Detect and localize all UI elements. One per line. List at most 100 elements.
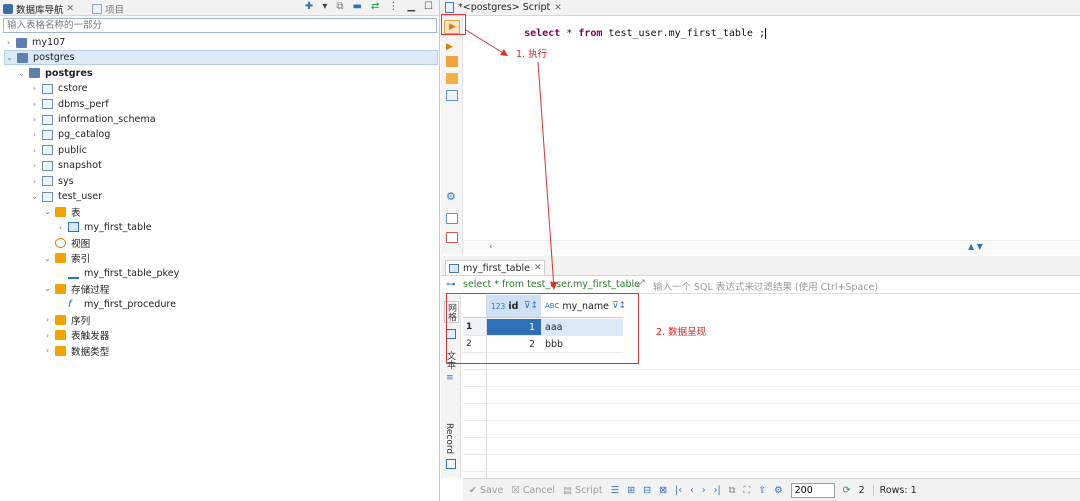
tree-node-label: 视图 <box>71 238 91 250</box>
chevron-down-icon[interactable]: ⌄ <box>43 284 52 293</box>
tree-node[interactable]: ⌄ 索引 <box>43 251 90 266</box>
chevron-right-icon[interactable]: › <box>43 346 52 355</box>
chevron-right-icon[interactable]: › <box>43 331 52 340</box>
close-icon[interactable]: ✕ <box>67 4 75 14</box>
maximize-icon[interactable]: ☐ <box>424 1 433 12</box>
execute-script-new-tab-icon[interactable] <box>446 73 458 84</box>
tree-node[interactable]: › pg_catalog <box>30 127 111 142</box>
export-icon[interactable] <box>446 213 458 224</box>
folder-icon <box>55 330 66 341</box>
next-page-icon[interactable]: › <box>702 485 706 496</box>
filter-input-placeholder[interactable]: 输入一个 SQL 表达式来过滤结果 (使用 Ctrl+Space) <box>653 279 878 293</box>
edit-row-icon[interactable]: ☰ <box>611 485 620 496</box>
results-filter-bar[interactable]: ⊶ select * from test_user.my_first_table… <box>441 277 1080 294</box>
script-button[interactable]: ▤ Script <box>563 485 603 496</box>
tab-projects[interactable]: 项目 <box>92 2 124 16</box>
chevron-down-icon[interactable]: ⌄ <box>43 207 52 216</box>
editor-horizontal-scrollbar[interactable]: ‹ ▲ ▼ <box>463 240 1080 254</box>
delete-row-icon[interactable]: ⊠ <box>659 485 667 496</box>
tree-node[interactable]: f my_first_procedure <box>56 297 176 312</box>
tree-node[interactable]: › 序列 <box>43 312 90 327</box>
tree-node-label: public <box>58 144 87 156</box>
chevron-right-icon[interactable]: › <box>30 177 39 186</box>
chevron-right-icon[interactable]: › <box>30 161 39 170</box>
tree-node[interactable]: › 数据类型 <box>43 343 109 358</box>
chevron-right-icon[interactable]: › <box>56 223 65 232</box>
tree-node[interactable]: ⌄ postgres <box>4 50 438 66</box>
chevron-down-icon[interactable]: ⌄ <box>5 53 14 62</box>
cancel-button[interactable]: ☒ Cancel <box>511 485 555 496</box>
explain-plan-icon[interactable] <box>446 90 458 101</box>
tab-script[interactable]: *<postgres> Script ✕ <box>445 2 562 13</box>
tree-node[interactable]: › sys <box>30 174 74 189</box>
table-name-search-input[interactable] <box>3 18 437 33</box>
tree-node-label: pg_catalog <box>58 129 111 141</box>
previous-page-icon[interactable]: ‹ <box>690 485 694 496</box>
tree-node[interactable]: ⌄ 存储过程 <box>43 281 109 296</box>
tree-node[interactable]: › my107 <box>4 35 65 50</box>
close-icon[interactable]: ✕ <box>554 3 562 13</box>
tab-database-navigator[interactable]: 数据库导航 ✕ <box>3 2 74 16</box>
panels-icon[interactable]: ⧉ <box>729 485 736 496</box>
filter-icon[interactable]: ⧉ <box>336 1 343 12</box>
tree-node[interactable]: › dbms_perf <box>30 97 109 112</box>
close-icon[interactable]: ✕ <box>534 263 542 273</box>
chevron-right-icon[interactable]: › <box>4 38 13 47</box>
tree-node[interactable]: › cstore <box>30 81 88 96</box>
settings-gear-icon[interactable]: ⚙ <box>774 485 783 496</box>
load-file-icon[interactable] <box>446 232 458 243</box>
chevron-down-icon[interactable]: ⌄ <box>30 192 39 201</box>
tree-node[interactable]: › snapshot <box>30 158 102 173</box>
fullscreen-icon[interactable]: ⛶ <box>743 485 750 496</box>
view-menu-icon[interactable]: ⋮ <box>388 1 398 12</box>
expand-filter-icon[interactable]: ⤢ <box>637 278 645 289</box>
last-page-icon[interactable]: ›| <box>714 485 721 496</box>
chevron-down-icon[interactable]: ⌄ <box>17 69 26 78</box>
tree-node-label: 索引 <box>71 254 91 266</box>
chevron-right-icon[interactable]: › <box>30 115 39 124</box>
tab-results[interactable]: my_first_table ✕ <box>445 260 545 275</box>
tree-node[interactable]: ⌄ test_user <box>30 189 102 204</box>
chevron-right-icon[interactable]: › <box>30 100 39 109</box>
tree-node[interactable]: › information_schema <box>30 112 156 127</box>
link-editor-icon[interactable]: ⇄ <box>371 1 379 12</box>
chevron-right-icon[interactable]: › <box>43 315 52 324</box>
save-button[interactable]: ✔ Save <box>469 485 503 496</box>
chevron-right-icon[interactable]: › <box>30 84 39 93</box>
tree-node[interactable]: 视图 <box>43 235 90 250</box>
chevron-right-icon[interactable]: › <box>30 130 39 139</box>
add-row-icon[interactable]: ⊞ <box>627 485 635 496</box>
refresh-icon[interactable]: ⟳ <box>843 485 851 496</box>
text-cursor <box>764 28 766 39</box>
first-page-icon[interactable]: |‹ <box>675 485 682 496</box>
tree-node[interactable]: ⌄ postgres <box>17 66 92 81</box>
tree-node-label: 表 <box>71 207 81 219</box>
copy-row-icon[interactable]: ⊟ <box>643 485 651 496</box>
tree-node[interactable]: › my_first_table <box>56 220 152 235</box>
dropdown-icon[interactable]: ▾ <box>322 1 327 12</box>
export-data-icon[interactable]: ⇪ <box>758 485 766 496</box>
fetch-size-input[interactable] <box>790 482 835 498</box>
tab-label: 数据库导航 <box>16 5 64 16</box>
tree-node[interactable]: ⌄ 表 <box>43 204 81 219</box>
execute-script-icon[interactable] <box>446 56 458 67</box>
execute-in-new-tab-icon[interactable]: ▶ <box>446 41 458 52</box>
panel-toggle-icon[interactable]: ▲ ▼ <box>968 242 983 251</box>
script-label: Script <box>575 484 603 496</box>
folder-icon <box>55 345 66 356</box>
tree-node[interactable]: › 表触发器 <box>43 328 109 343</box>
navigator-toolbar: ✚ ▾ ⧉ ▬ ⇄ ⋮ ▁ ☐ <box>305 1 433 12</box>
tab-record[interactable]: Record <box>444 423 454 454</box>
new-connection-icon[interactable]: ✚ <box>305 1 313 12</box>
settings-gear-icon[interactable]: ⚙ <box>446 191 458 202</box>
scroll-left-icon[interactable]: ‹ <box>489 242 493 252</box>
tree-node[interactable]: › public <box>30 143 87 158</box>
tree-node[interactable]: my_first_table_pkey <box>56 266 179 281</box>
folder-icon <box>55 253 66 264</box>
chevron-down-icon[interactable]: ⌄ <box>43 254 52 263</box>
filter-current-query[interactable]: select * from test_user.my_first_table <box>463 279 640 290</box>
annotation-box-results <box>446 293 639 364</box>
chevron-right-icon[interactable]: › <box>30 146 39 155</box>
minimize-icon[interactable]: ▁ <box>407 1 415 12</box>
collapse-all-icon[interactable]: ▬ <box>352 1 361 12</box>
